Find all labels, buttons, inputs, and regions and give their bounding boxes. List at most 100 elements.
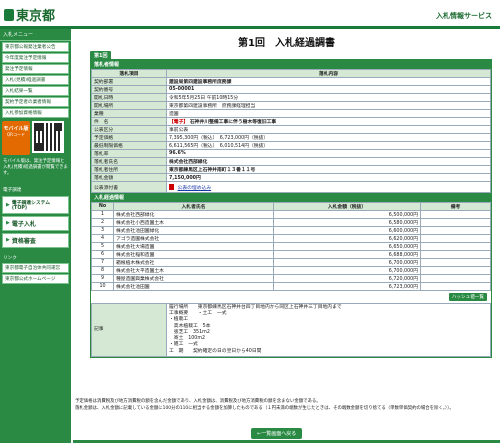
sidebar-link-order-plan[interactable]: 発注予定情報 (2, 64, 69, 74)
sidebar-link-bid-results[interactable]: 入札結果一覧 (2, 86, 69, 96)
table-row: 公表区分 事前公表 (91, 125, 491, 134)
sidebar-link-vendor-info[interactable]: 契約予定者の業者情報 (2, 97, 69, 107)
row-label: 開札場所 (91, 101, 167, 110)
remarks-table: 記事 履行場所 東京都練馬区石神井台四丁目地内から同区上石神井三丁目地内まで 工… (91, 303, 491, 357)
col-item-header: 落札項目 (91, 69, 167, 78)
row-label: 落札金額 (91, 173, 167, 182)
bid-note (420, 266, 491, 275)
col-amount-header: 入札金額（税抜） (273, 202, 421, 211)
record-panel: 落札者情報 落札項目 落札内容 契約部署 建設局第四建設事務所庶務課 契約番号 … (90, 59, 492, 358)
table-row: 9 種屋造園興業株式会社 6,720,000円 (91, 274, 491, 283)
row-value: 6,611,565円（税込） 6,010,514円（税抜） (166, 141, 491, 150)
col-content-header: 落札内容 (166, 69, 491, 78)
bidder-name: 株式会社西部緑化 (113, 210, 274, 219)
bidder-name: アゴラ造園株式会社 (113, 234, 274, 243)
bid-no: 2 (91, 218, 114, 227)
bid-section-title: 入札経過情報 (91, 193, 491, 202)
col-note-header: 備考 (420, 202, 491, 211)
row-label: 公表区分 (91, 125, 167, 134)
electronic-tag: 【電子】 (169, 120, 189, 125)
col-no-header: No (91, 202, 114, 211)
tokyo-logo[interactable]: 東京都 (4, 5, 55, 24)
table-row: 5 株式会社大場造園 6,650,000円 (91, 242, 491, 251)
row-value: 05-00001 (166, 85, 491, 94)
bidder-name: 株式会社大平造園土木 (113, 266, 274, 275)
row-value: 建設局第四建設事務所庶務課 (166, 77, 491, 86)
row-label: 落札者住所 (91, 165, 167, 174)
service-name: 入札情報サービス (436, 12, 492, 20)
bid-amount: 6,600,000円 (273, 226, 421, 235)
table-row: 10 株式会社池田園 6,723,000円 (91, 282, 491, 291)
bid-no: 8 (91, 266, 114, 275)
qr-code-icon (32, 121, 64, 153)
row-value: 7,150,000円 (166, 173, 491, 182)
row-label: 業種 (91, 109, 167, 118)
sidebar-link-e-procurement[interactable]: ▶ 電子調達システム(TOP) (2, 195, 69, 214)
sidebar-link-official-site[interactable]: 東京都公式ホームページ (2, 273, 69, 284)
published-docs-link[interactable]: 公表の埋め込み (178, 186, 212, 191)
bidder-name: 株式会社大場造園 (113, 242, 274, 251)
bid-note (420, 250, 491, 259)
sidebar-link-annual-plan[interactable]: 今年度発注予定情報 (2, 53, 69, 63)
table-row: 公表添付書 公表の埋め込み (91, 181, 491, 193)
sidebar-link-gazette[interactable]: 東京都公報発注業者公告 (2, 42, 69, 52)
table-row: 4 アゴラ造園株式会社 6,620,000円 (91, 234, 491, 243)
tokyo-emblem-icon (4, 8, 14, 21)
sidebar-link-qualification[interactable]: 入札参加資格情報 (2, 108, 69, 118)
table-row: 8 株式会社大平造園土木 6,700,000円 (91, 266, 491, 275)
sidebar-link-e-bidding[interactable]: ▶ 電子入札 (2, 215, 69, 231)
sidebar-link-bid-record[interactable]: 入札(見積)経過調書 (2, 75, 69, 85)
table-row: 7 箱根植木株式会社 6,700,000円 (91, 258, 491, 267)
row-label: 開札日時 (91, 93, 167, 102)
col-name-header: 入札者氏名 (113, 202, 274, 211)
table-row: 契約番号 05-00001 (91, 85, 491, 94)
bid-amount: 6,500,000円 (273, 210, 421, 219)
mobile-box: モバイル版 QRコード (2, 121, 69, 155)
remarks-label: 記事 (91, 303, 167, 357)
sidebar-system-title: 電子調達 (3, 187, 22, 193)
table-row: 業種 造園 (91, 109, 491, 118)
back-to-list-button[interactable]: ←一覧画面へ戻る (251, 428, 303, 439)
table-row: 開札日時 令和5年5月25日 午前10時15分 (91, 93, 491, 102)
bid-amount: 6,580,000円 (273, 218, 421, 227)
hash-list-button[interactable]: ハッシュ値一覧 (448, 293, 487, 301)
row-label: 落札者氏名 (91, 157, 167, 166)
bid-note (420, 210, 491, 219)
sidebar-link-joint-operation[interactable]: 東京都電子自治体共同運営 (2, 262, 69, 273)
row-value: 公表の埋め込み (166, 181, 491, 193)
winner-table: 落札項目 落札内容 契約部署 建設局第四建設事務所庶務課 契約番号 05-000… (91, 69, 491, 193)
row-value: 株式会社西部緑化 (166, 157, 491, 166)
bid-note (420, 274, 491, 283)
bid-no: 3 (91, 226, 114, 235)
row-value: 【電子】 石神井川整備工事に伴う樹木等復旧工事 (166, 117, 491, 126)
remarks-text: 履行場所 東京都練馬区石神井台四丁目地内から同区上石神井三丁目地内まで 工事概要… (166, 303, 491, 357)
sidebar-menu-title: 入札メニュー (0, 29, 71, 41)
arrow-icon: ▶ (6, 201, 10, 208)
table-row: 開札場所 東京都第四建設事務所 庶務課経理担当 (91, 101, 491, 110)
bidder-name: 株式会社池田園 (113, 282, 274, 291)
table-row: 落札者氏名 株式会社西部緑化 (91, 157, 491, 166)
mobile-button-label: モバイル版 (3, 126, 29, 132)
pdf-icon (169, 184, 174, 190)
mobile-version-button[interactable]: モバイル版 QRコード (2, 121, 30, 155)
row-label: 公表添付書 (91, 181, 167, 193)
table-row: 落札者住所 東京都練馬区上石神井南町１３番１１号 (91, 165, 491, 174)
arrow-icon: ▶ (6, 237, 10, 244)
arrow-icon: ▶ (6, 220, 10, 227)
table-row: 予定価格 7,395,300円（税込） 6,723,000円（税抜） (91, 133, 491, 142)
sidebar-link-qualification-review[interactable]: ▶ 資格審査 (2, 232, 69, 248)
sidebar-links-title: リンク (3, 255, 17, 261)
bid-amount: 6,620,000円 (273, 234, 421, 243)
mobile-button-sub: QRコード (7, 132, 25, 137)
bid-amount: 6,688,000円 (273, 250, 421, 259)
bid-note (420, 282, 491, 291)
header: 東京都 入札情報サービス (0, 0, 500, 29)
sidebar: 入札メニュー 東京都公報発注業者公告 今年度発注予定情報 発注予定情報 入札(見… (0, 29, 71, 443)
row-label: 予定価格 (91, 133, 167, 142)
bid-note (420, 218, 491, 227)
bidder-name: 株式会社池田園緑化 (113, 226, 274, 235)
logo-text: 東京都 (16, 9, 56, 24)
bid-no: 1 (91, 210, 114, 219)
bid-note (420, 226, 491, 235)
bid-no: 7 (91, 258, 114, 267)
